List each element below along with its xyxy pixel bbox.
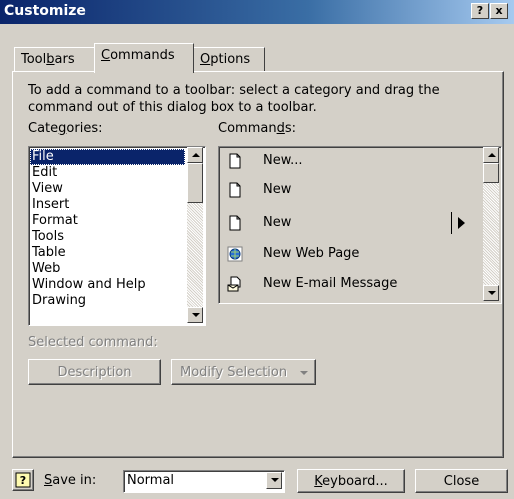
chevron-down-icon: [271, 478, 279, 482]
commands-scrollbar[interactable]: [483, 147, 499, 301]
category-item[interactable]: Insert: [30, 197, 185, 213]
tab-options[interactable]: Options: [193, 47, 265, 72]
dropdown-button[interactable]: [266, 472, 282, 489]
blank-document-icon: [229, 215, 241, 231]
window-title: Customize: [4, 3, 86, 19]
blank-document-icon: [229, 182, 241, 198]
category-item[interactable]: Table: [30, 245, 185, 261]
tab-toolbars[interactable]: Toolbars: [14, 47, 98, 72]
close-button[interactable]: Close: [415, 469, 508, 493]
command-label: New: [263, 182, 292, 197]
save-in-dropdown[interactable]: Normal: [123, 470, 285, 493]
keyboard-button[interactable]: Keyboard...: [297, 469, 405, 493]
commands-list[interactable]: New... New New New Web Page New E-mail M…: [218, 146, 502, 304]
selected-command-label: Selected command:: [28, 335, 158, 350]
help-icon: ?: [15, 472, 31, 488]
modify-selection-label: Modify Selection: [180, 365, 288, 380]
categories-scrollbar[interactable]: [187, 147, 203, 323]
blank-document-icon: [229, 153, 241, 169]
submenu-arrow-icon: [458, 217, 465, 229]
category-item[interactable]: Format: [30, 213, 185, 229]
title-bar: Customize ? x: [0, 0, 514, 24]
help-button[interactable]: ?: [471, 3, 489, 19]
category-item[interactable]: Edit: [30, 165, 185, 181]
tab-label: Commands: [101, 48, 175, 63]
scroll-thumb[interactable]: [187, 163, 203, 203]
modify-selection-button[interactable]: Modify Selection: [171, 359, 316, 385]
command-item[interactable]: New E-mail Message: [219, 270, 474, 299]
close-window-button[interactable]: x: [490, 3, 508, 19]
category-item[interactable]: Window and Help: [30, 277, 185, 293]
commands-label: Commands:: [218, 121, 296, 136]
description-button[interactable]: Description: [28, 359, 161, 385]
instructions-line2: command out of this dialog box to a tool…: [28, 100, 317, 115]
scroll-up-button[interactable]: [483, 147, 499, 163]
category-item[interactable]: Web: [30, 261, 185, 277]
command-item[interactable]: New...: [219, 147, 474, 176]
category-item[interactable]: Drawing: [30, 293, 185, 309]
arrow-up-icon: [192, 153, 200, 157]
tab-commands[interactable]: Commands: [94, 43, 194, 73]
command-item[interactable]: New: [219, 209, 474, 238]
categories-label: Categories:: [28, 121, 103, 136]
svg-text:?: ?: [20, 474, 26, 487]
arrow-down-icon: [192, 313, 200, 317]
command-label: New Web Page: [263, 246, 360, 261]
command-label: New: [263, 215, 292, 230]
email-message-icon: [227, 276, 241, 292]
scroll-down-button[interactable]: [187, 307, 203, 323]
tab-label: Options: [200, 52, 251, 67]
scroll-down-button[interactable]: [483, 285, 499, 301]
save-in-value: Normal: [127, 473, 175, 488]
chevron-down-icon: [300, 371, 308, 375]
scroll-thumb[interactable]: [483, 163, 499, 183]
scroll-up-button[interactable]: [187, 147, 203, 163]
instructions-line1: To add a command to a toolbar: select a …: [28, 83, 440, 98]
category-item[interactable]: File: [30, 149, 185, 165]
arrow-up-icon: [488, 153, 496, 157]
categories-list[interactable]: File Edit View Insert Format Tools Table…: [28, 146, 206, 326]
category-item[interactable]: View: [30, 181, 185, 197]
command-label: New E-mail Message: [263, 276, 398, 291]
tab-label: Toolbars: [21, 52, 75, 67]
save-in-label: Save in:: [44, 473, 97, 488]
command-item[interactable]: New: [219, 176, 474, 205]
web-page-icon: [227, 246, 243, 262]
submenu-divider: [451, 212, 452, 234]
category-item[interactable]: Tools: [30, 229, 185, 245]
help-icon-button[interactable]: ?: [12, 469, 34, 491]
command-item[interactable]: New Web Page: [219, 240, 474, 269]
command-label: New...: [263, 153, 303, 168]
arrow-down-icon: [488, 291, 496, 295]
